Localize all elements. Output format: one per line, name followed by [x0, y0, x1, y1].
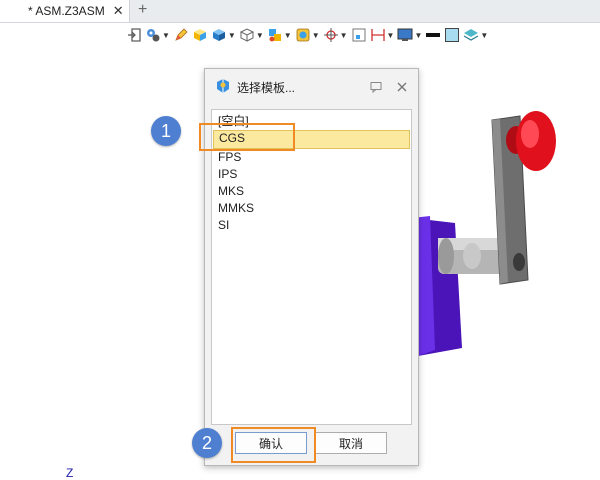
- close-icon[interactable]: ✕: [113, 3, 124, 19]
- chevron-down-icon[interactable]: ▼: [284, 31, 292, 40]
- layers-icon: [463, 27, 479, 43]
- dialog-app-icon: [215, 78, 231, 97]
- comment-icon[interactable]: [370, 81, 382, 96]
- line-weight-icon: [425, 27, 441, 43]
- pencil-icon: [173, 27, 189, 43]
- frame-icon: [351, 27, 367, 43]
- view-cube-tool[interactable]: ▼: [239, 27, 264, 43]
- highlight-cgs-box: [199, 123, 295, 151]
- chevron-down-icon[interactable]: ▼: [340, 31, 348, 40]
- display-tool[interactable]: ▼: [267, 27, 292, 43]
- chevron-down-icon[interactable]: ▼: [414, 31, 422, 40]
- close-icon[interactable]: [396, 81, 408, 96]
- color-tool[interactable]: [444, 27, 460, 43]
- list-item-si[interactable]: SI: [213, 217, 410, 234]
- render-mode-tool[interactable]: ▼: [211, 27, 236, 43]
- color-shapes-icon: [267, 27, 283, 43]
- dialog-title: 选择模板...: [237, 80, 296, 95]
- monitor-icon: [397, 27, 413, 43]
- dimension-icon: [370, 27, 386, 43]
- exit-icon: [126, 27, 142, 43]
- chevron-down-icon[interactable]: ▼: [256, 31, 264, 40]
- blue-cube-icon: [211, 27, 227, 43]
- list-item-mks[interactable]: MKS: [213, 183, 410, 200]
- step-badge-2: 2: [192, 428, 222, 458]
- yellow-box-icon: [192, 27, 208, 43]
- exit-tool[interactable]: [126, 27, 142, 43]
- gears-icon: [145, 27, 161, 43]
- filter-tool[interactable]: ▼: [295, 27, 320, 43]
- filter-icon: [295, 27, 311, 43]
- chevron-down-icon[interactable]: ▼: [480, 31, 488, 40]
- template-list[interactable]: [空白] CGS FPS IPS MKS MMKS SI: [211, 109, 412, 425]
- list-item-fps[interactable]: FPS: [213, 149, 410, 166]
- chevron-down-icon[interactable]: ▼: [162, 31, 170, 40]
- chevron-down-icon[interactable]: ▼: [228, 31, 236, 40]
- screen-tool[interactable]: ▼: [397, 27, 422, 43]
- frame-tool[interactable]: [351, 27, 367, 43]
- dimension-tool[interactable]: ▼: [370, 27, 395, 43]
- wire-cube-icon: [239, 27, 255, 43]
- chevron-down-icon[interactable]: ▼: [312, 31, 320, 40]
- step-badge-1: 1: [151, 116, 181, 146]
- view-toolbar: ▼ ▼ ▼ ▼ ▼ ▼ ▼ ▼ ▼: [120, 22, 600, 48]
- axis-z-label: Z: [66, 466, 74, 480]
- layer-tool[interactable]: ▼: [463, 27, 488, 43]
- shaded-box-tool[interactable]: [192, 27, 208, 43]
- line-style-tool[interactable]: [425, 27, 441, 43]
- dialog-title-bar[interactable]: 选择模板...: [205, 69, 418, 105]
- chevron-down-icon[interactable]: ▼: [387, 31, 395, 40]
- color-swatch-icon: [444, 27, 460, 43]
- crosshair-icon: [323, 27, 339, 43]
- snap-tool[interactable]: ▼: [323, 27, 348, 43]
- component-tool[interactable]: ▼: [145, 27, 170, 43]
- cancel-button[interactable]: 取消: [315, 432, 387, 454]
- list-item-ips[interactable]: IPS: [213, 166, 410, 183]
- highlight-ok-box: [231, 427, 316, 463]
- tab-bar: * ASM.Z3ASM ✕ +: [0, 0, 600, 23]
- tab-title: * ASM.Z3ASM: [28, 4, 105, 18]
- pencil-tool[interactable]: [173, 27, 189, 43]
- list-item-mmks[interactable]: MMKS: [213, 200, 410, 217]
- document-tab[interactable]: * ASM.Z3ASM ✕: [0, 0, 130, 22]
- add-tab-icon[interactable]: +: [138, 1, 147, 19]
